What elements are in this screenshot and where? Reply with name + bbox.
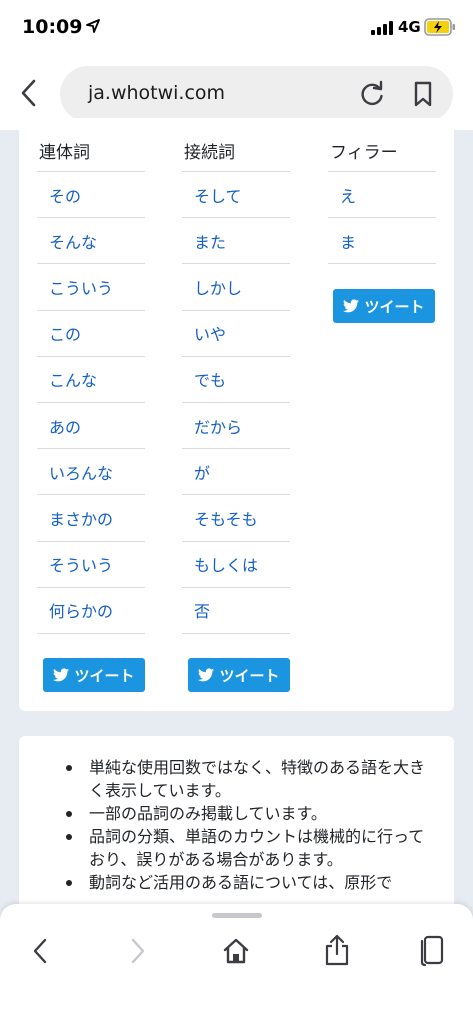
twitter-bird-icon [198, 668, 215, 682]
column-heading: フィラー [330, 143, 398, 163]
word-list: そして また しかし いや でも だから が そもそも もしくは 否 [182, 171, 290, 634]
status-time: 10:09 [22, 16, 83, 38]
url-text: ja.whotwi.com [88, 82, 226, 104]
word-link[interactable]: まさかの [37, 494, 145, 540]
word-link[interactable]: ま [328, 217, 436, 263]
share-icon[interactable] [324, 934, 350, 966]
location-arrow-icon [86, 19, 100, 33]
list-divider [328, 263, 436, 265]
word-link[interactable]: 何らかの [37, 586, 145, 633]
note-item: 動詞など活用のある語については、原形で [63, 871, 433, 894]
word-link[interactable]: その [37, 171, 145, 217]
bookmark-icon[interactable] [413, 80, 433, 108]
word-link[interactable]: だから [182, 401, 290, 448]
tweet-button[interactable]: ツイート [333, 289, 435, 323]
back-icon[interactable] [32, 938, 48, 964]
battery-charging-icon [424, 18, 455, 36]
status-bar: 10:09 4G [0, 0, 473, 58]
word-link[interactable]: こんな [37, 355, 145, 402]
word-link[interactable]: いろんな [37, 448, 145, 494]
home-icon[interactable] [222, 937, 250, 965]
word-link[interactable]: が [182, 448, 290, 494]
column-heading: 接続詞 [184, 143, 235, 163]
network-type: 4G [398, 18, 421, 36]
note-item: 品詞の分類、単語のカウントは機械的に行っており、誤りがある場合があります。 [63, 825, 433, 871]
tabs-icon[interactable] [419, 935, 445, 967]
sheet-grabber[interactable] [212, 913, 262, 918]
forward-icon[interactable] [130, 938, 146, 964]
column-heading: 連体詞 [39, 143, 90, 163]
word-link[interactable]: そういう [37, 540, 145, 587]
tweet-label: ツイート [364, 297, 425, 316]
word-link[interactable]: え [328, 171, 436, 217]
tweet-button[interactable]: ツイート [188, 658, 290, 692]
word-link[interactable]: でも [182, 355, 290, 402]
url-field[interactable]: ja.whotwi.com [60, 66, 453, 122]
reload-icon[interactable] [359, 80, 385, 108]
word-list: え ま [328, 171, 436, 265]
tweet-button[interactable]: ツイート [43, 658, 145, 692]
word-link[interactable]: そして [182, 171, 290, 217]
twitter-bird-icon [343, 299, 360, 313]
twitter-bird-icon [53, 668, 70, 682]
word-link[interactable]: もしくは [182, 540, 290, 587]
note-item: 単純な使用回数ではなく、特徴のある語を大きく表示しています。 [63, 756, 433, 802]
list-divider [37, 632, 145, 634]
list-divider [182, 632, 290, 634]
word-link[interactable]: そもそも [182, 494, 290, 540]
word-link[interactable]: また [182, 217, 290, 263]
tweet-label: ツイート [74, 666, 135, 685]
cellular-signal-icon [371, 21, 393, 35]
word-link[interactable]: いや [182, 309, 290, 356]
word-link[interactable]: この [37, 309, 145, 356]
browser-toolbar [0, 904, 473, 1024]
word-list-card: 連体詞 その そんな こういう この こんな あの いろんな まさかの そういう… [19, 118, 454, 711]
notes-list: 単純な使用回数ではなく、特徴のある語を大きく表示しています。 一部の品詞のみ掲載… [63, 756, 433, 894]
word-link[interactable]: そんな [37, 217, 145, 263]
word-link[interactable]: しかし [182, 263, 290, 309]
note-item: 一部の品詞のみ掲載しています。 [63, 802, 433, 825]
word-link[interactable]: こういう [37, 263, 145, 309]
tweet-label: ツイート [219, 666, 280, 685]
word-list: その そんな こういう この こんな あの いろんな まさかの そういう 何らか… [37, 171, 145, 634]
word-link[interactable]: あの [37, 401, 145, 448]
back-chevron-icon[interactable] [18, 78, 40, 108]
word-link[interactable]: 否 [182, 586, 290, 633]
